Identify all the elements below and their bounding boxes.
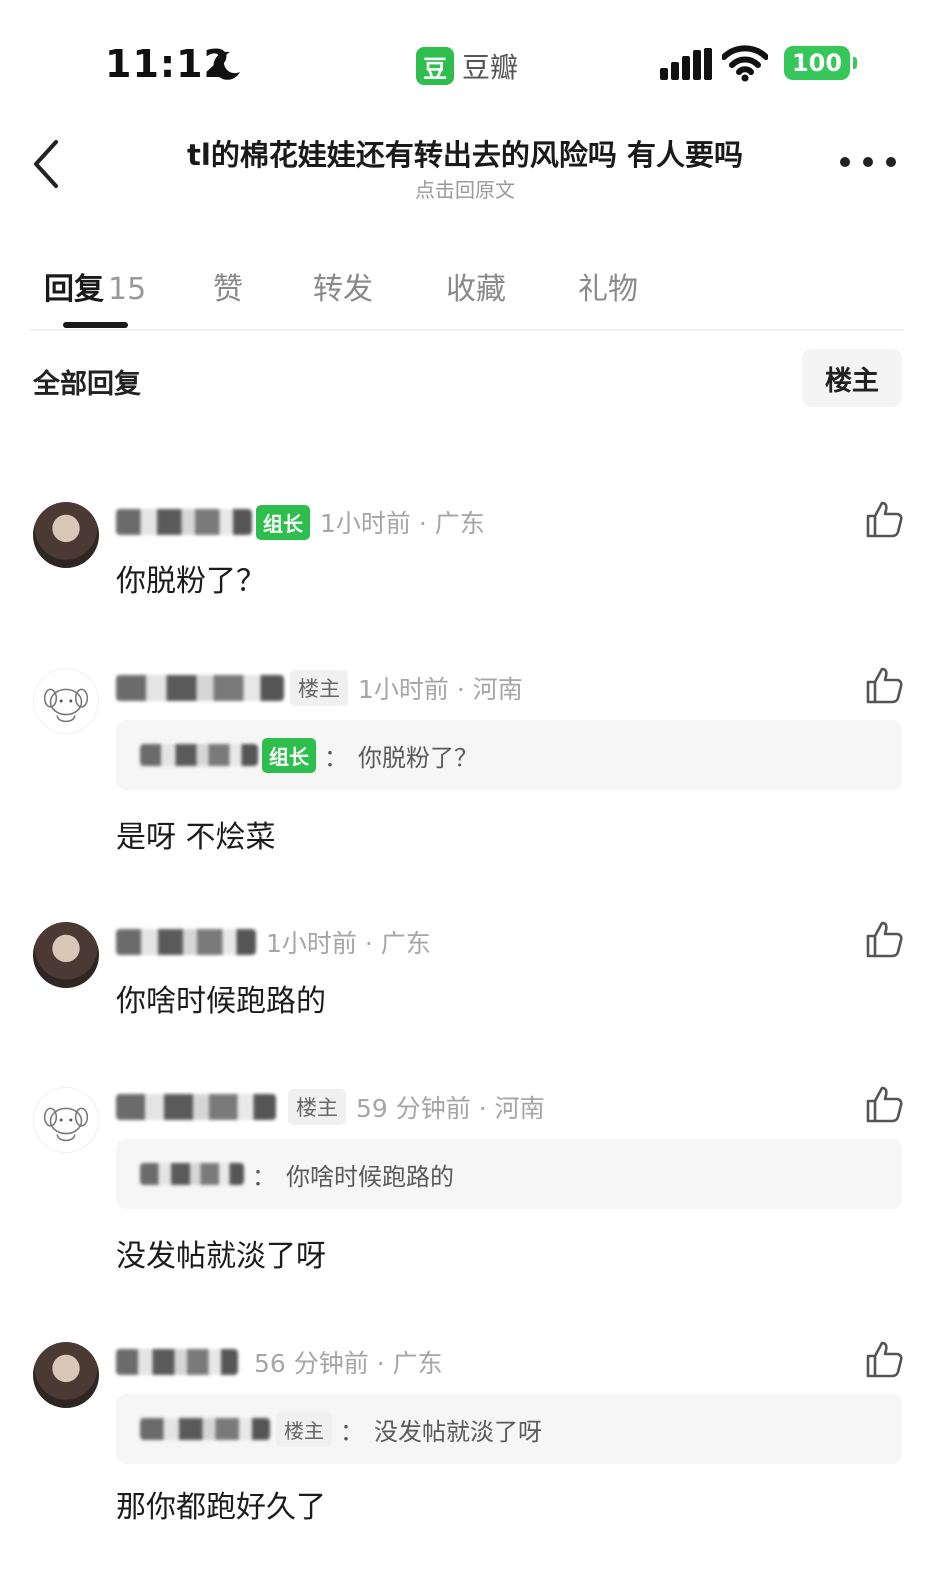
status-bar: 11:12 豆 豆瓣 100 — [0, 0, 935, 120]
app-name: 豆瓣 — [462, 51, 519, 84]
quoted-reply[interactable]: ： 你啥时候跑路的 — [116, 1139, 902, 1209]
group-leader-badge: 组长 — [262, 737, 316, 773]
avatar[interactable] — [33, 1342, 99, 1408]
app-indicator: 豆 豆瓣 — [416, 46, 518, 86]
quoted-text: 你脱粉了？ — [358, 743, 478, 772]
thumbs-up-icon[interactable] — [864, 920, 904, 958]
signal-icon — [660, 48, 712, 80]
original-poster-badge: 楼主 — [288, 1089, 346, 1125]
replies-count: 15 — [108, 272, 147, 307]
thumbs-up-icon[interactable] — [864, 1340, 904, 1378]
comment-text: 是呀 不烩菜 — [116, 820, 276, 855]
moon-icon — [213, 51, 240, 80]
quoted-username-redacted — [140, 1418, 270, 1440]
tab-reshares[interactable]: 转发 — [313, 264, 373, 308]
username-redacted[interactable] — [116, 1094, 276, 1120]
comment-meta: 1小时前 · 河南 — [358, 675, 523, 704]
comment-meta: 1小时前 · 广东 — [266, 929, 431, 958]
thumbs-up-icon[interactable] — [864, 1085, 904, 1123]
comment-meta: 56 分钟前 · 广东 — [254, 1349, 443, 1378]
comment-text: 没发帖就淡了呀 — [116, 1239, 326, 1274]
active-tab-indicator — [63, 322, 128, 328]
comment-text: 那你都跑好久了 — [116, 1490, 326, 1525]
back-to-original-link[interactable]: 点击回原文 — [130, 174, 800, 203]
divider — [30, 329, 904, 331]
thumbs-up-icon[interactable] — [864, 500, 904, 538]
wifi-icon — [722, 45, 768, 82]
post-title[interactable]: tl的棉花娃娃还有转出去的风险吗 有人要吗 — [130, 132, 800, 174]
quoted-username-redacted — [140, 1163, 244, 1185]
dog-avatar-icon[interactable] — [33, 1087, 99, 1153]
tab-collections[interactable]: 收藏 — [446, 264, 506, 308]
quoted-reply[interactable]: 组长 ： 你脱粉了？ — [116, 720, 902, 790]
quoted-username-redacted — [140, 744, 258, 766]
thumbs-up-icon[interactable] — [864, 666, 904, 704]
back-chevron-icon[interactable] — [26, 136, 66, 192]
comment-meta: 1小时前 · 广东 — [320, 509, 485, 538]
username-redacted[interactable] — [116, 675, 284, 701]
douban-logo-icon: 豆 — [416, 47, 454, 85]
comment-text: 你脱粉了？ — [116, 564, 266, 599]
username-redacted[interactable] — [116, 929, 256, 955]
avatar[interactable] — [33, 922, 99, 988]
quoted-text: 没发帖就淡了呀 — [374, 1417, 542, 1446]
comment-meta: 59 分钟前 · 河南 — [356, 1094, 545, 1123]
group-leader-badge: 组长 — [256, 504, 310, 540]
dog-avatar-icon[interactable] — [33, 668, 99, 734]
tab-likes[interactable]: 赞 — [213, 264, 243, 308]
battery-icon: 100 — [784, 46, 857, 80]
op-only-filter-button[interactable]: 楼主 — [802, 349, 902, 407]
quoted-text: 你啥时候跑路的 — [286, 1162, 454, 1191]
username-redacted[interactable] — [116, 1349, 238, 1375]
avatar[interactable] — [33, 502, 99, 568]
tab-bar: 回复 15 赞 转发 收藏 礼物 — [0, 258, 935, 330]
username-redacted[interactable] — [116, 509, 252, 535]
original-poster-badge: 楼主 — [290, 670, 348, 706]
all-replies-label: 全部回复 — [33, 369, 141, 400]
more-icon[interactable] — [840, 152, 896, 172]
tab-gifts[interactable]: 礼物 — [578, 264, 638, 308]
quoted-reply[interactable]: 楼主 ： 没发帖就淡了呀 — [116, 1394, 902, 1464]
original-poster-badge: 楼主 — [276, 1411, 332, 1447]
tab-replies[interactable]: 回复 15 — [44, 264, 146, 308]
comment-text: 你啥时候跑路的 — [116, 984, 326, 1019]
